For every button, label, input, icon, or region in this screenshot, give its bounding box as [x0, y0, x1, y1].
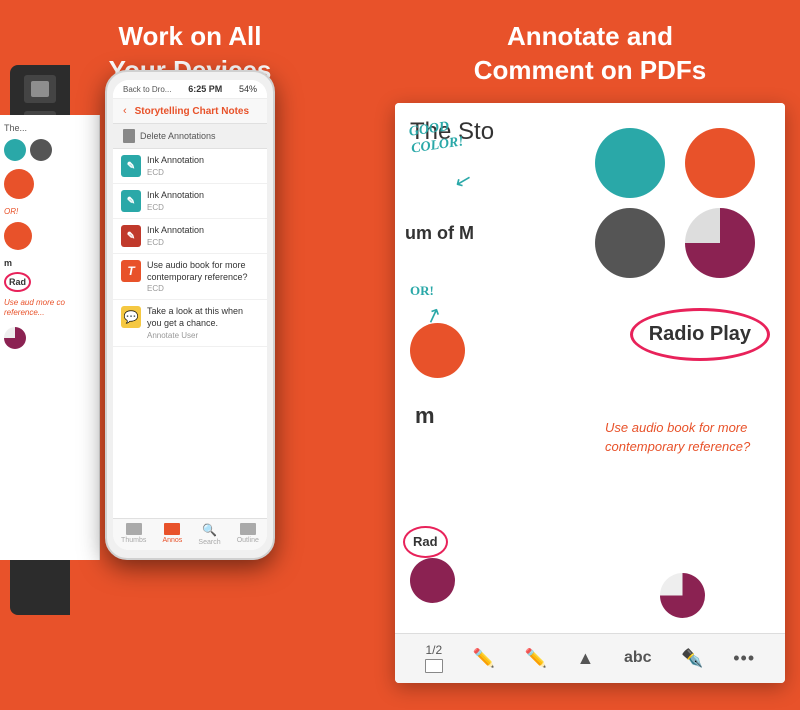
app-container: Work on All Your Devices The...: [0, 0, 800, 710]
left-orange-circle: [410, 323, 465, 378]
phone-tab-outline[interactable]: Outline: [237, 523, 259, 546]
phone-tab-bar: Thumbs Annos 🔍 Search Outline: [113, 518, 267, 550]
tablet-sidebar-icon-1: [24, 75, 56, 103]
toolbar-page-indicator: 1/2: [425, 643, 443, 673]
handwritten-annotation: GOODCOLOR!: [408, 117, 465, 158]
tablet-document-partial: The... OR! m Rad Use aud more co referen…: [0, 115, 100, 560]
annotation-sub-5: Annotate User: [147, 331, 259, 340]
toolbar-text-tool[interactable]: abc: [624, 649, 652, 667]
teal-arrow-icon: ↙: [452, 166, 475, 194]
phone-back-text: Back to Dro...: [123, 85, 171, 94]
annotation-icon-ink-1: ✎: [121, 155, 141, 177]
annotation-icon-comment-1: 💬: [121, 306, 141, 328]
pdf-document: The Sto GOODCOLOR! ↙ um of M OR! ↗: [395, 103, 785, 683]
circle-pie: [685, 208, 755, 278]
phone-time: 6:25 PM: [188, 84, 222, 94]
toolbar-signature-tool[interactable]: ✒️: [681, 648, 703, 669]
phone-delete-bar: Delete Annotations: [113, 124, 267, 149]
toolbar-pen-tool-1[interactable]: ✏️: [472, 648, 494, 669]
phone-nav-title: Storytelling Chart Notes: [127, 106, 257, 117]
phone-tab-search[interactable]: 🔍 Search: [198, 523, 220, 546]
phone-nav-bar: ‹ Storytelling Chart Notes: [113, 99, 267, 124]
annotation-icon-ink-3: ✎: [121, 225, 141, 247]
toolbar-more-button[interactable]: •••: [733, 648, 755, 669]
phone-screen: Back to Dro... 6:25 PM 54% ‹ Storytellin…: [113, 80, 267, 550]
page-indicator-text: 1/2: [425, 643, 442, 657]
annotation-list: ✎ Ink Annotation ECD ✎ Ink Annotation EC…: [113, 149, 267, 518]
annotation-title-3: Ink Annotation: [147, 225, 259, 237]
circle-orange: [685, 128, 755, 198]
pdf-toolbar: 1/2 ✏️ ✏️ ▲ abc ✒️ ••: [395, 633, 785, 683]
toolbar-highlight-tool[interactable]: ▲: [577, 648, 595, 669]
radio-play-box: Radio Play: [630, 308, 770, 361]
annotation-item-3[interactable]: ✎ Ink Annotation ECD: [113, 219, 267, 254]
title-line1: Work on All: [118, 21, 261, 51]
pdf-m-label: m: [415, 403, 435, 429]
annotation-title-1: Ink Annotation: [147, 155, 259, 167]
radio-play-label: Radio Play: [649, 323, 751, 345]
right-panel: Annotate and Comment on PDFs The Sto GOO…: [380, 0, 800, 710]
pdf-content-area: The Sto GOODCOLOR! ↙ um of M OR! ↗: [395, 103, 785, 633]
annotation-title-2: Ink Annotation: [147, 190, 259, 202]
annotation-item-5[interactable]: 💬 Take a look at this when you get a cha…: [113, 300, 267, 346]
phone-tab-thumbs[interactable]: Thumbs: [121, 523, 146, 546]
annotation-title-4: Use audio book for more contemporary ref…: [147, 260, 259, 283]
annotation-sub-4: ECD: [147, 284, 259, 293]
right-title: Annotate and Comment on PDFs: [444, 0, 737, 103]
annotation-sub-2: ECD: [147, 203, 259, 212]
left-bottom-circle: [410, 558, 455, 603]
annotation-title-5: Take a look at this when you get a chanc…: [147, 306, 259, 329]
annotation-sub-1: ECD: [147, 168, 259, 177]
small-pie-chart: [660, 573, 705, 618]
right-title-line2: Comment on PDFs: [474, 55, 707, 85]
right-title-line1: Annotate and: [507, 21, 673, 51]
teal-bottom-annotation: OR!: [410, 283, 434, 299]
annotation-icon-text-1: T: [121, 260, 141, 282]
annotation-item-2[interactable]: ✎ Ink Annotation ECD: [113, 184, 267, 219]
circles-grid: [595, 128, 765, 278]
phone-mockup: Back to Dro... 6:25 PM 54% ‹ Storytellin…: [105, 70, 275, 560]
annotation-item-1[interactable]: ✎ Ink Annotation ECD: [113, 149, 267, 184]
radio-play-partial-box: Rad: [403, 526, 448, 558]
pdf-m-char: um of M: [405, 223, 474, 244]
annotation-sub-3: ECD: [147, 238, 259, 247]
circle-gray: [595, 208, 665, 278]
phone-battery: 54%: [239, 84, 257, 94]
annotation-item-4[interactable]: T Use audio book for more contemporary r…: [113, 254, 267, 300]
phone-status-bar: Back to Dro... 6:25 PM 54%: [113, 80, 267, 99]
phone-tab-annos[interactable]: Annos: [162, 523, 182, 546]
annotation-icon-ink-2: ✎: [121, 190, 141, 212]
phone-delete-label[interactable]: Delete Annotations: [140, 131, 216, 141]
pdf-comment-text: Use audio book for more contemporary ref…: [605, 418, 770, 457]
circle-teal: [595, 128, 665, 198]
left-panel: Work on All Your Devices The...: [0, 0, 380, 710]
toolbar-pen-tool-2[interactable]: ✏️: [524, 648, 546, 669]
